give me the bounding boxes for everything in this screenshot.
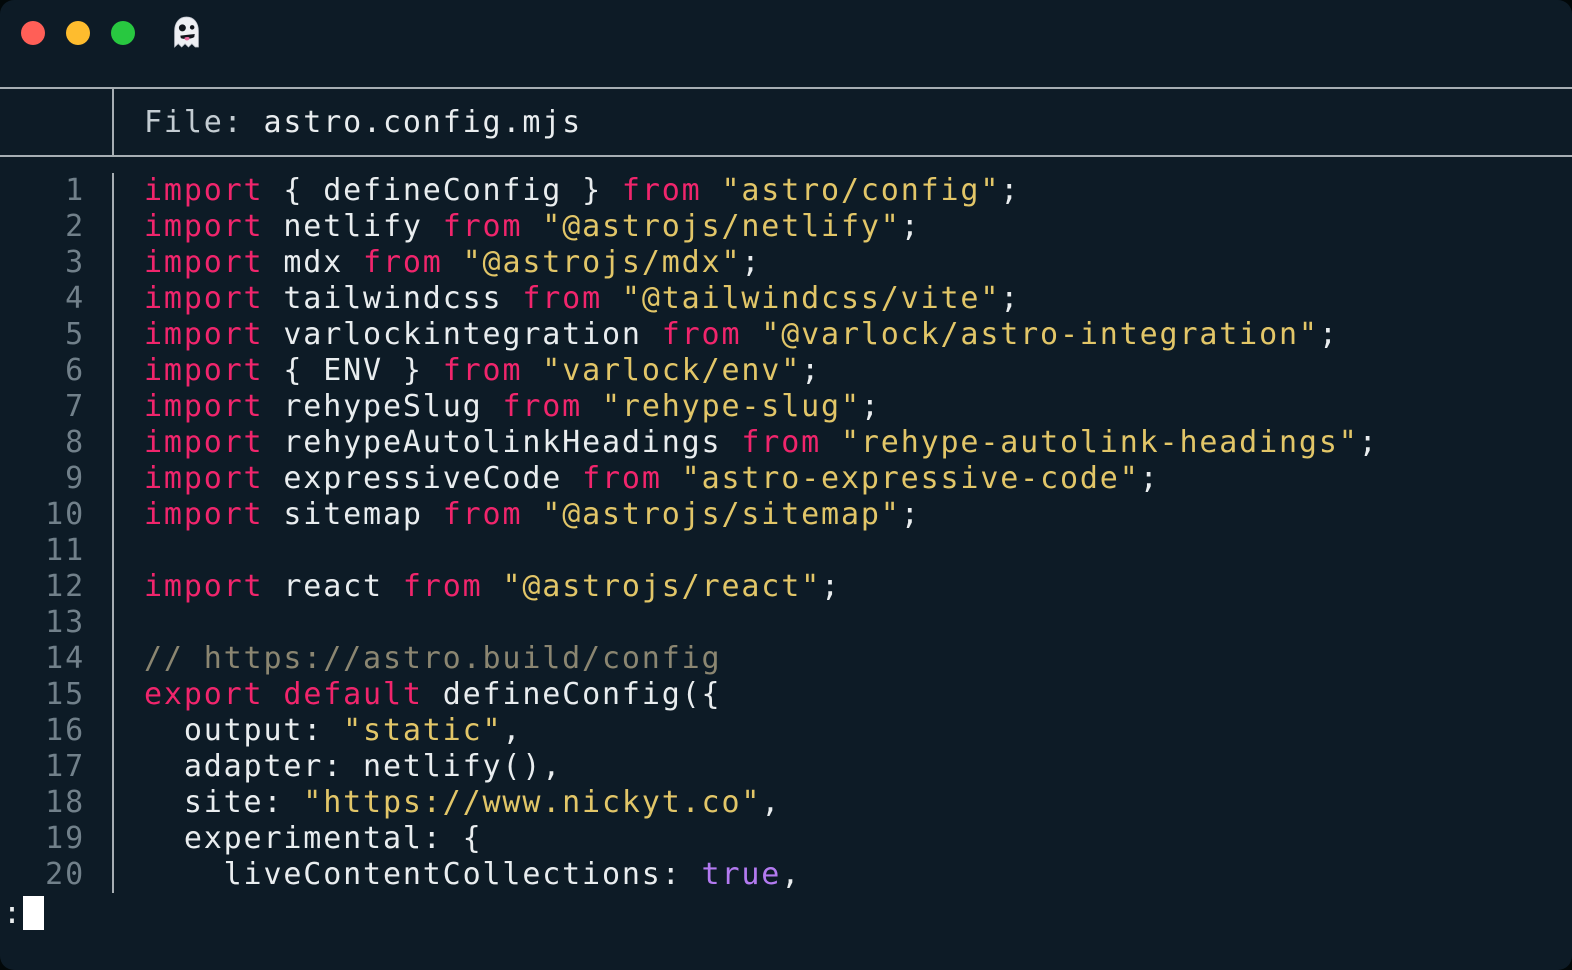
code-line-text: import { defineConfig } from "astro/conf… (144, 173, 1021, 208)
code-line-text: import expressiveCode from "astro-expres… (144, 461, 1160, 496)
line-number: 14 (0, 641, 114, 677)
code-line: 7 import rehypeSlug from "rehype-slug"; (0, 389, 1572, 425)
code-line-text: import { ENV } from "varlock/env"; (144, 353, 822, 388)
code-line-text: output: "static", (144, 713, 523, 748)
code-line-text: import tailwindcss from "@tailwindcss/vi… (144, 281, 1021, 316)
code-line-text: import varlockintegration from "@varlock… (144, 317, 1339, 352)
code-line-text: import netlify from "@astrojs/netlify"; (144, 209, 921, 244)
file-header: File: astro.config.mjs (0, 87, 1572, 157)
code-line-text: import react from "@astrojs/react"; (144, 569, 841, 604)
code-line: 4 import tailwindcss from "@tailwindcss/v… (0, 281, 1572, 317)
line-number: 7 (0, 389, 114, 425)
line-number: 18 (0, 785, 114, 821)
code-line: 13 (0, 605, 1572, 641)
line-number: 9 (0, 461, 114, 497)
code-line: 19 experimental: { (0, 821, 1572, 857)
line-number: 16 (0, 713, 114, 749)
code-line-text: import mdx from "@astrojs/mdx"; (144, 245, 762, 280)
code-line-text: site: "https://www.nickyt.co", (144, 785, 782, 820)
code-line: 16 output: "static", (0, 713, 1572, 749)
code-line: 18 site: "https://www.nickyt.co", (0, 785, 1572, 821)
line-number: 6 (0, 353, 114, 389)
line-number: 2 (0, 209, 114, 245)
code-line: 9 import expressiveCode from "astro-expre… (0, 461, 1572, 497)
line-number: 12 (0, 569, 114, 605)
code-line: 17 adapter: netlify(), (0, 749, 1572, 785)
file-label: File: (144, 104, 264, 140)
code-line: 15 export default defineConfig({ (0, 677, 1572, 713)
pager-prompt-row[interactable]: : (0, 893, 1572, 933)
line-number: 20 (0, 857, 114, 893)
line-number: 4 (0, 281, 114, 317)
close-button[interactable] (21, 21, 45, 45)
line-number: 3 (0, 245, 114, 281)
file-name: astro.config.mjs (263, 104, 583, 140)
code-line-text: liveContentCollections: true, (144, 857, 802, 892)
gutter-spacer (0, 89, 114, 155)
line-number: 19 (0, 821, 114, 857)
code-line: 3 import mdx from "@astrojs/mdx"; (0, 245, 1572, 281)
code-line: 8 import rehypeAutolinkHeadings from "reh… (0, 425, 1572, 461)
minimize-button[interactable] (66, 21, 90, 45)
code-line: 12 import react from "@astrojs/react"; (0, 569, 1572, 605)
code-line-text: import sitemap from "@astrojs/sitemap"; (144, 497, 921, 532)
line-number: 5 (0, 317, 114, 353)
code-line: 1 import { defineConfig } from "astro/con… (0, 173, 1572, 209)
code-line: 11 (0, 533, 1572, 569)
code-line-text: // https://astro.build/config (144, 641, 722, 676)
code-line-text: import rehypeAutolinkHeadings from "rehy… (144, 425, 1379, 460)
code-line-text: import rehypeSlug from "rehype-slug"; (144, 389, 881, 424)
code-line-text: experimental: { (144, 821, 483, 856)
file-title: File: astro.config.mjs (114, 105, 582, 140)
titlebar (0, 0, 1572, 87)
terminal-window: File: astro.config.mjs 1 import { defineC… (0, 0, 1572, 970)
line-number: 17 (0, 749, 114, 785)
line-number: 11 (0, 533, 114, 569)
pager-prompt: : (3, 895, 23, 931)
code-area: 1 import { defineConfig } from "astro/con… (0, 157, 1572, 893)
code-line: 10 import sitemap from "@astrojs/sitemap"… (0, 497, 1572, 533)
code-line: 20 liveContentCollections: true, (0, 857, 1572, 893)
line-number: 1 (0, 173, 114, 209)
terminal-cursor (22, 896, 44, 930)
ghost-icon (170, 16, 203, 50)
line-number: 8 (0, 425, 114, 461)
zoom-button[interactable] (111, 21, 135, 45)
line-number: 10 (0, 497, 114, 533)
line-number: 13 (0, 605, 114, 641)
code-line-text: export default defineConfig({ (144, 677, 722, 712)
code-line: 5 import varlockintegration from "@varloc… (0, 317, 1572, 353)
line-number: 15 (0, 677, 114, 713)
code-line: 2 import netlify from "@astrojs/netlify"; (0, 209, 1572, 245)
code-line: 6 import { ENV } from "varlock/env"; (0, 353, 1572, 389)
code-line: 14 // https://astro.build/config (0, 641, 1572, 677)
code-line-text: adapter: netlify(), (144, 749, 563, 784)
